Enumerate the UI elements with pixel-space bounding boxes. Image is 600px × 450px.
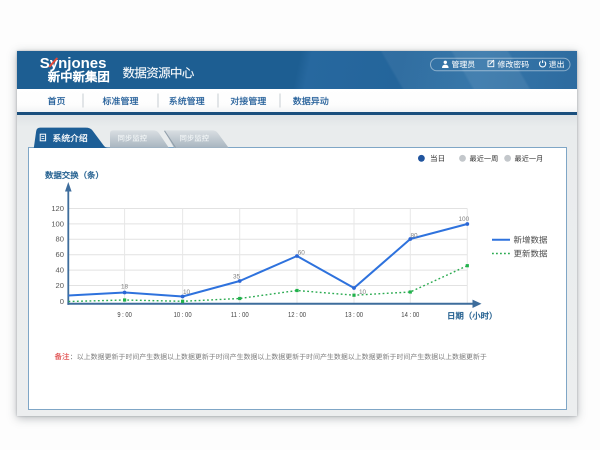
svg-text:18: 18 (121, 283, 129, 290)
svg-text:80: 80 (411, 232, 419, 239)
svg-text:10 : 00: 10 : 00 (174, 310, 192, 319)
svg-text:12 : 00: 12 : 00 (288, 310, 306, 319)
svg-text:40: 40 (56, 266, 64, 275)
svg-text:35: 35 (233, 273, 241, 280)
svg-text:0: 0 (60, 297, 64, 306)
svg-text:14 : 00: 14 : 00 (401, 310, 419, 319)
svg-text:60: 60 (298, 249, 306, 256)
svg-text:60: 60 (56, 250, 64, 259)
svg-text:10: 10 (359, 289, 367, 296)
svg-text:100: 100 (51, 219, 64, 228)
svg-text:100: 100 (459, 216, 470, 223)
svg-text:Synjones: Synjones (40, 55, 107, 72)
svg-text:20: 20 (56, 281, 64, 290)
svg-text:11 : 00: 11 : 00 (231, 310, 249, 319)
svg-text:80: 80 (56, 235, 64, 244)
svg-text:13 : 00: 13 : 00 (345, 310, 363, 319)
svg-text:9 : 00: 9 : 00 (117, 310, 132, 319)
svg-text:120: 120 (51, 204, 64, 213)
svg-text:10: 10 (183, 289, 191, 296)
